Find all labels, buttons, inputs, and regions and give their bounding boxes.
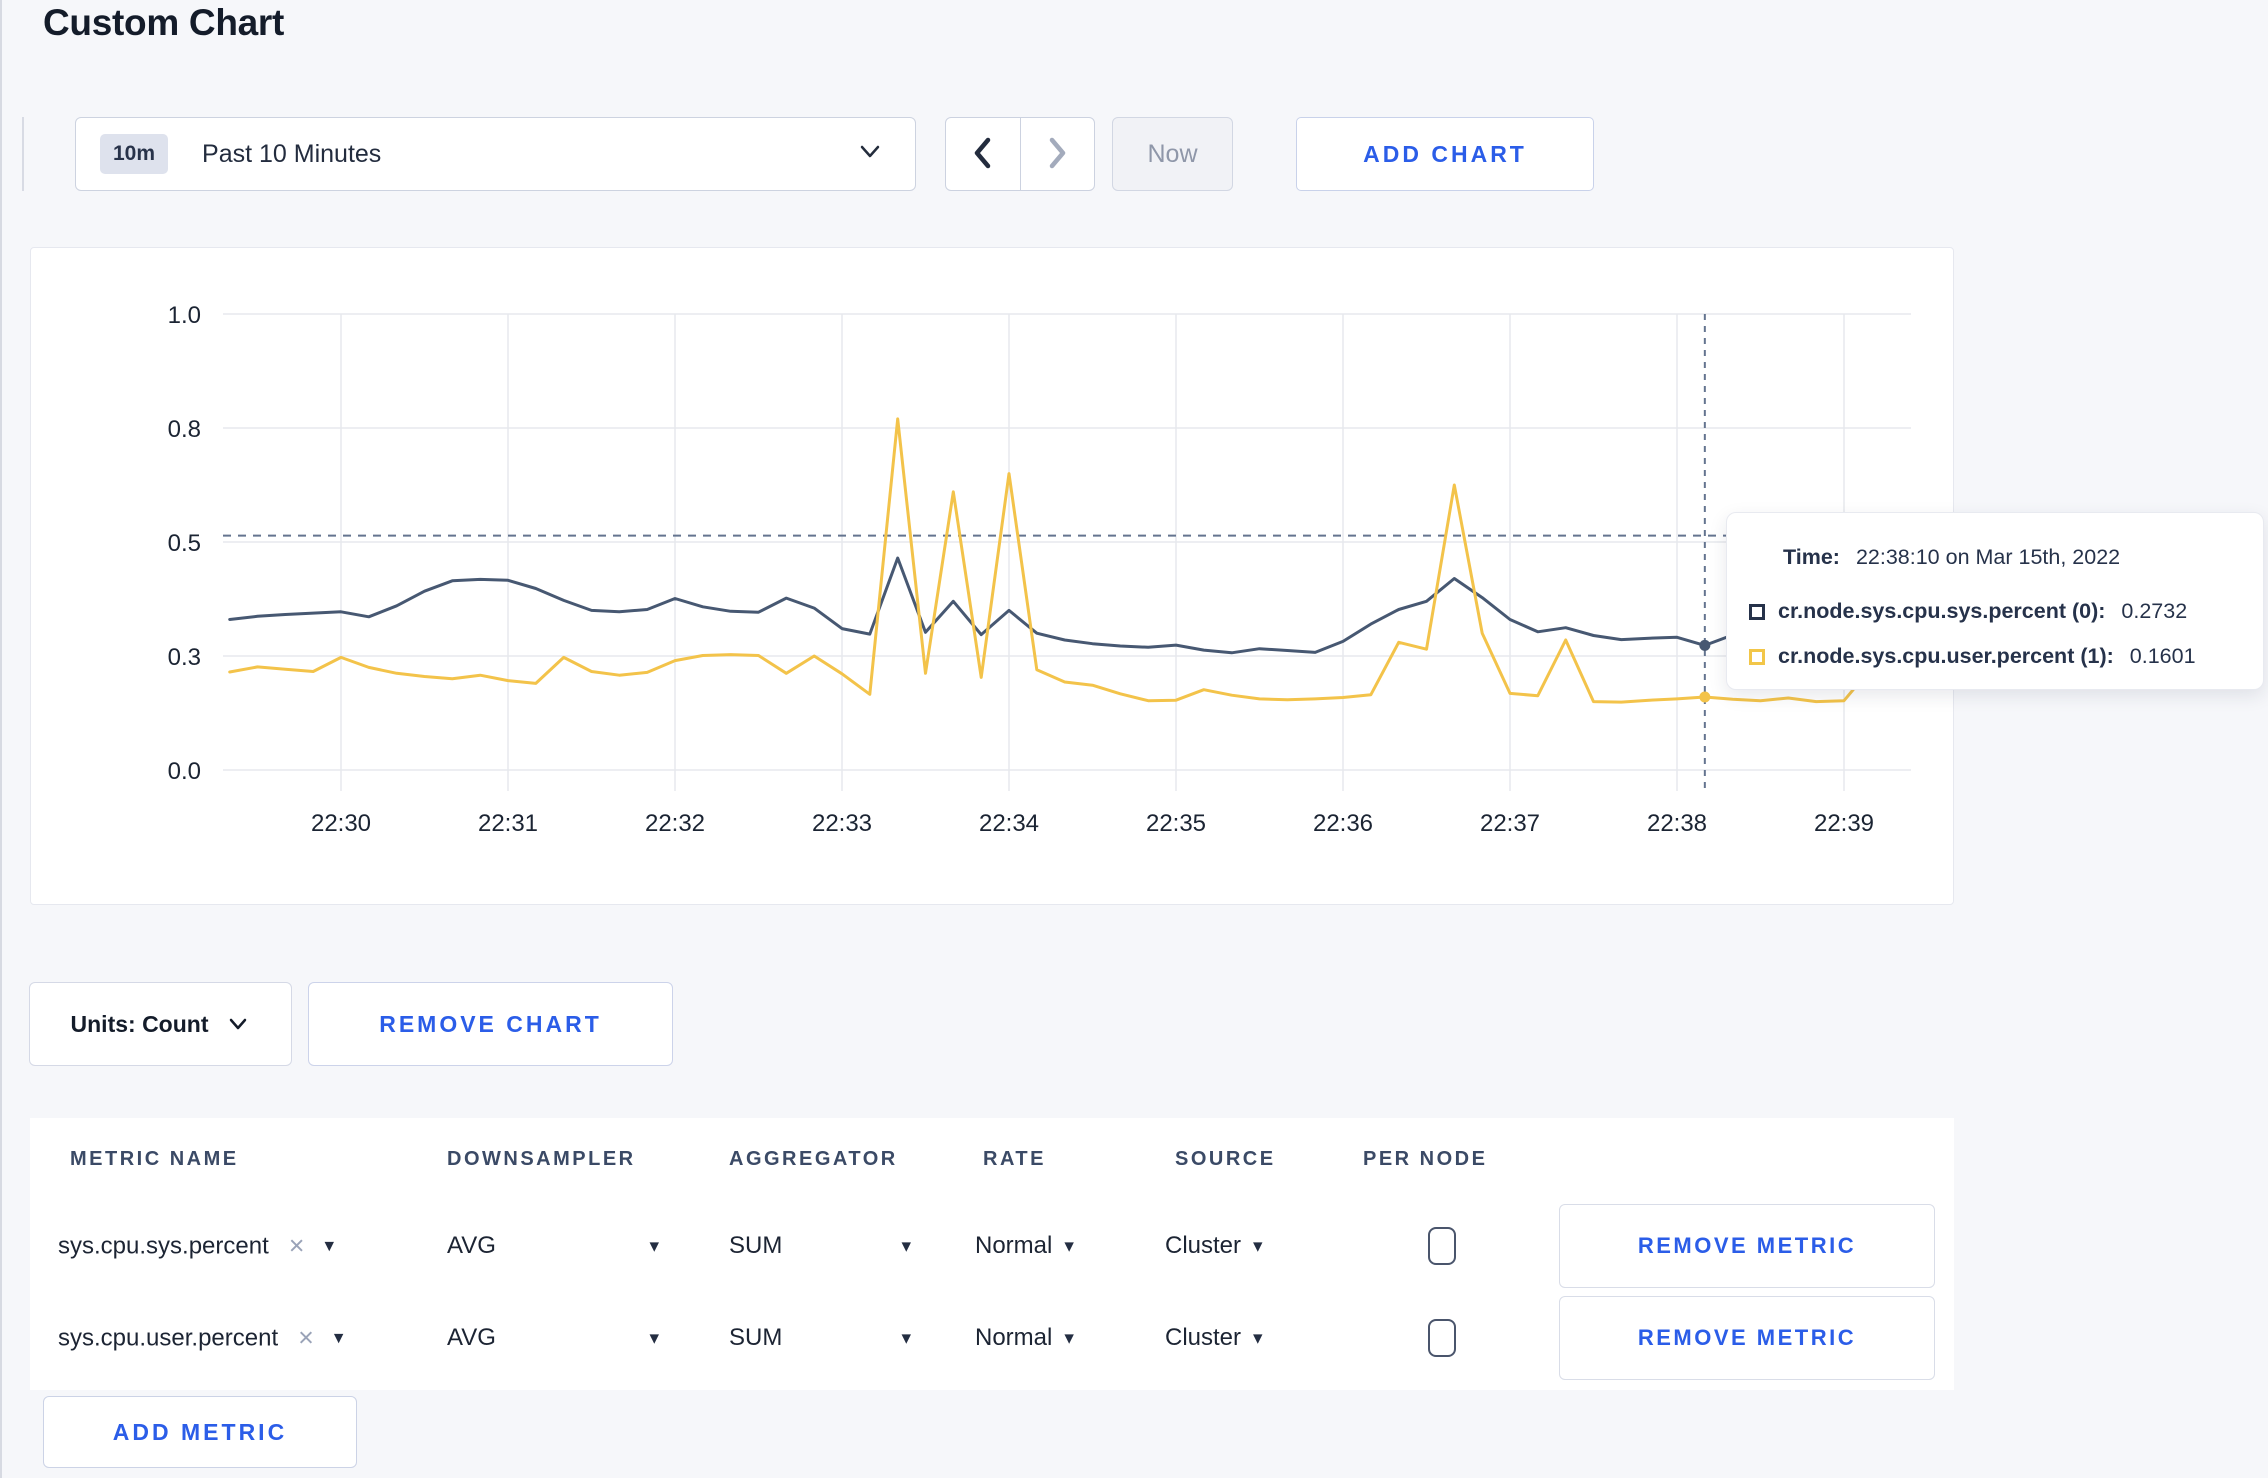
metric-name-select[interactable]: sys.cpu.user.percent × ▾ [58,1323,343,1354]
aggregator-value: SUM [729,1324,783,1351]
caret-down-icon: ▾ [649,1327,659,1349]
downsampler-select[interactable]: AVG ▾ [447,1232,659,1260]
per-node-checkbox[interactable] [1428,1319,1456,1357]
column-header-metric-name: METRIC NAME [70,1148,239,1170]
tooltip-series-name: cr.node.sys.cpu.user.percent (1): [1778,644,2114,668]
remove-chart-button[interactable]: REMOVE CHART [308,982,673,1066]
add-metric-button[interactable]: ADD METRIC [43,1396,357,1468]
svg-text:0.0: 0.0 [168,758,201,785]
svg-text:22:39: 22:39 [1814,810,1874,837]
clear-metric-icon[interactable]: × [298,1323,314,1354]
chevron-down-icon [226,1011,250,1038]
svg-text:22:31: 22:31 [478,810,538,837]
time-range-select[interactable]: 10m Past 10 Minutes [75,117,916,191]
caret-down-icon: ▾ [333,1327,344,1349]
downsampler-value: AVG [447,1232,496,1259]
caret-down-icon: ▾ [1253,1235,1263,1257]
series-user-swatch-icon [1749,648,1765,665]
rate-value: Normal [975,1324,1053,1351]
svg-text:22:38: 22:38 [1647,810,1707,837]
svg-text:22:30: 22:30 [311,810,371,837]
rate-value: Normal [975,1232,1053,1259]
units-label: Units: Count [70,1010,209,1037]
chevron-right-icon [1040,131,1074,178]
column-header-per-node: PER NODE [1363,1148,1488,1170]
svg-text:0.8: 0.8 [168,416,201,443]
time-forward-button[interactable] [1021,118,1095,190]
source-value: Cluster [1165,1232,1242,1259]
svg-text:22:36: 22:36 [1313,810,1373,837]
chart-card: 0.0 0.3 0.5 0.8 1.0 22:30 22:31 22:32 22:33 22:34… [30,247,2264,906]
series-sys-swatch-icon [1749,603,1765,620]
metric-row: sys.cpu.sys.percent × ▾ AVG ▾ SUM ▾ Norm… [30,1200,1954,1292]
column-header-downsampler: DOWNSAMPLER [447,1148,636,1170]
caret-down-icon: ▾ [1064,1327,1074,1349]
time-range-badge: 10m [100,134,169,174]
tooltip-series-row: cr.node.sys.cpu.sys.percent (0): 0.2732 [1727,589,2263,634]
downsampler-value: AVG [447,1324,496,1351]
column-header-aggregator: AGGREGATOR [729,1148,898,1170]
units-select[interactable]: Units: Count [29,982,292,1066]
metric-name-value: sys.cpu.sys.percent [58,1232,269,1259]
now-button[interactable]: Now [1112,117,1233,191]
column-header-rate: RATE [983,1148,1046,1170]
tooltip-series-row: cr.node.sys.cpu.user.percent (1): 0.1601 [1727,634,2263,679]
caret-down-icon: ▾ [1253,1327,1263,1349]
svg-text:22:34: 22:34 [979,810,1039,837]
aggregator-select[interactable]: SUM ▾ [729,1324,911,1352]
svg-text:1.0: 1.0 [168,302,201,329]
downsampler-select[interactable]: AVG ▾ [447,1324,659,1352]
svg-text:22:37: 22:37 [1480,810,1540,837]
remove-metric-button[interactable]: REMOVE METRIC [1559,1296,1935,1380]
per-node-checkbox[interactable] [1428,1227,1456,1265]
metric-name-value: sys.cpu.user.percent [58,1324,279,1351]
page-left-edge [0,0,2,1478]
svg-text:0.3: 0.3 [168,644,201,671]
source-select[interactable]: Cluster ▾ [1165,1232,1263,1260]
caret-down-icon: ▾ [901,1327,911,1349]
clear-metric-icon[interactable]: × [289,1231,305,1262]
chart-tooltip: Time: 22:38:10 on Mar 15th, 2022 cr.node.… [1726,512,2264,690]
source-value: Cluster [1165,1324,1242,1351]
svg-text:22:35: 22:35 [1146,810,1206,837]
caret-down-icon: ▾ [324,1235,335,1257]
svg-text:22:32: 22:32 [645,810,705,837]
chevron-left-icon [966,131,1000,178]
caret-down-icon: ▾ [901,1235,911,1257]
tooltip-series-name: cr.node.sys.cpu.sys.percent (0): [1778,599,2106,623]
tooltip-time-label: Time: [1783,545,1840,569]
tooltip-series-value: 0.2732 [2121,599,2188,623]
remove-metric-button[interactable]: REMOVE METRIC [1559,1204,1935,1288]
add-chart-button[interactable]: ADD CHART [1296,117,1594,191]
caret-down-icon: ▾ [1064,1235,1074,1257]
tooltip-time-row: Time: 22:38:10 on Mar 15th, 2022 [1727,545,2263,589]
rate-select[interactable]: Normal ▾ [975,1324,1074,1352]
chevron-down-icon [855,142,885,167]
tooltip-time-value: 22:38:10 on Mar 15th, 2022 [1855,545,2121,569]
caret-down-icon: ▾ [649,1235,659,1257]
column-header-source: SOURCE [1175,1148,1276,1170]
toolbar-divider [22,117,24,191]
aggregator-select[interactable]: SUM ▾ [729,1232,911,1260]
time-shift-group [945,117,1095,191]
metrics-table: METRIC NAME DOWNSAMPLER AGGREGATOR RATE … [30,1118,1954,1390]
metric-name-select[interactable]: sys.cpu.sys.percent × ▾ [58,1231,334,1262]
metrics-line-chart[interactable]: 0.0 0.3 0.5 0.8 1.0 22:30 22:31 22:32 22:33 22:34… [31,248,1955,906]
rate-select[interactable]: Normal ▾ [975,1232,1074,1260]
page-title: Custom Chart [43,2,285,43]
svg-text:0.5: 0.5 [168,530,201,557]
time-back-button[interactable] [946,118,1021,190]
time-range-label: Past 10 Minutes [202,139,382,168]
metric-row: sys.cpu.user.percent × ▾ AVG ▾ SUM ▾ Nor… [30,1292,1954,1384]
svg-text:22:33: 22:33 [812,810,872,837]
tooltip-series-value: 0.1601 [2129,644,2196,668]
source-select[interactable]: Cluster ▾ [1165,1324,1263,1352]
aggregator-value: SUM [729,1232,783,1259]
